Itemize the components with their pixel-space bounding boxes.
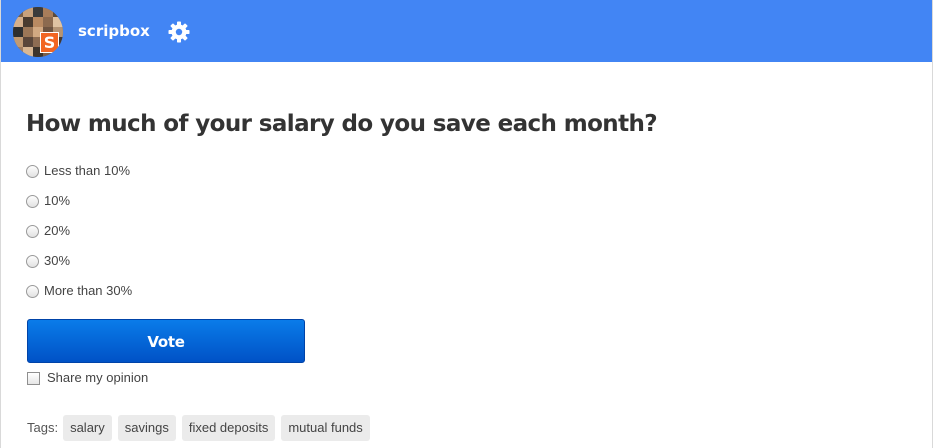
poll-question: How much of your salary do you save each… (26, 111, 658, 137)
poll-widget: S scripbox How much of your salary do yo… (0, 0, 933, 448)
poll-option-label: 20% (44, 223, 71, 238)
tag-savings[interactable]: savings (117, 415, 176, 441)
gear-icon[interactable] (167, 20, 191, 44)
tag-mutual-funds[interactable]: mutual funds (281, 415, 370, 441)
community-avatar[interactable]: S (13, 7, 63, 57)
radio-button[interactable] (26, 164, 39, 178)
poll-option[interactable]: 20% (26, 216, 132, 246)
poll-option-label: Less than 10% (44, 163, 131, 178)
poll-option-label: 30% (44, 253, 71, 268)
share-checkbox[interactable] (27, 371, 40, 385)
radio-button[interactable] (26, 224, 39, 238)
poll-option-label: More than 30% (44, 283, 133, 298)
tag-list: Tags: salary savings fixed deposits mutu… (27, 415, 376, 441)
tags-label: Tags: (27, 420, 59, 435)
brand-name[interactable]: scripbox (78, 22, 150, 40)
radio-button[interactable] (26, 284, 39, 298)
share-opinion-toggle[interactable]: Share my opinion (27, 370, 148, 386)
poll-option[interactable]: More than 30% (26, 276, 132, 306)
poll-option-label: 10% (44, 193, 71, 208)
share-label: Share my opinion (47, 370, 149, 385)
tag-salary[interactable]: salary (63, 415, 112, 441)
poll-options: Less than 10% 10% 20% 30% More than 30% (26, 156, 132, 306)
vote-button[interactable]: Vote (27, 319, 305, 363)
tag-fixed-deposits[interactable]: fixed deposits (181, 415, 276, 441)
poll-option[interactable]: 30% (26, 246, 132, 276)
radio-button[interactable] (26, 254, 39, 268)
scripbox-logo-badge: S (40, 32, 59, 53)
radio-button[interactable] (26, 194, 39, 208)
poll-option[interactable]: 10% (26, 186, 132, 216)
header-bar: S scripbox (1, 0, 932, 62)
poll-option[interactable]: Less than 10% (26, 156, 132, 186)
